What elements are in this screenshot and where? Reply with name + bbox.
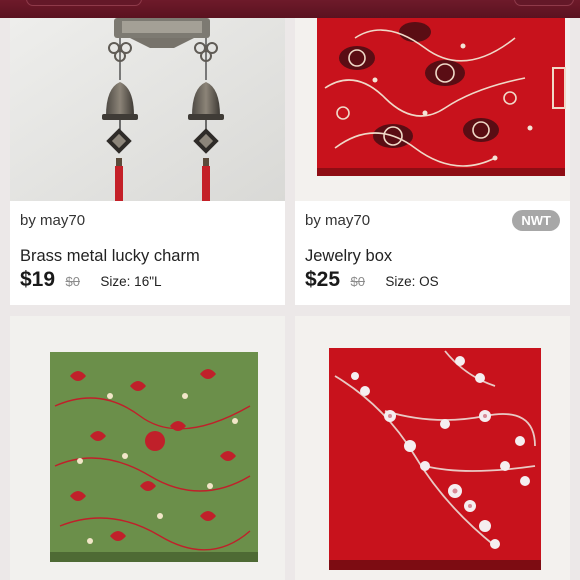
- listing-price: $19: [20, 268, 56, 291]
- menu-button[interactable]: [514, 0, 574, 6]
- price-line: $19 $0 Size: 16"L: [20, 268, 162, 292]
- listing-photo-brass-charm[interactable]: [10, 18, 285, 201]
- listing-photo-blossom-box[interactable]: [295, 316, 570, 580]
- listing-info: by may70 Brass metal lucky charm $19 $0 …: [10, 201, 285, 305]
- listing-size: Size: OS: [385, 274, 439, 289]
- listing-card-blossom-box[interactable]: [295, 316, 570, 580]
- listing-photo-jewelry-box[interactable]: [295, 18, 570, 201]
- back-button[interactable]: [26, 0, 142, 6]
- listing-title[interactable]: Brass metal lucky charm: [20, 247, 200, 266]
- nwt-badge: NWT: [512, 210, 560, 231]
- price-line: $25 $0 Size: OS: [305, 268, 439, 292]
- top-nav-bar: [0, 0, 580, 18]
- listing-info: by may70 NWT Jewelry box $25 $0 Size: OS: [295, 201, 570, 305]
- listing-card-jewelry-box[interactable]: by may70 NWT Jewelry box $25 $0 Size: OS: [295, 18, 570, 305]
- listing-photo-green-box[interactable]: [10, 316, 285, 580]
- original-price: $0: [350, 274, 365, 289]
- listing-card-green-box[interactable]: [10, 316, 285, 580]
- listing-card-brass-charm[interactable]: by may70 Brass metal lucky charm $19 $0 …: [10, 18, 285, 305]
- original-price: $0: [65, 274, 80, 289]
- seller-name[interactable]: by may70: [20, 212, 85, 229]
- listing-title[interactable]: Jewelry box: [305, 247, 392, 266]
- seller-name[interactable]: by may70: [305, 212, 370, 229]
- listing-price: $25: [305, 268, 341, 291]
- listing-size: Size: 16"L: [100, 274, 162, 289]
